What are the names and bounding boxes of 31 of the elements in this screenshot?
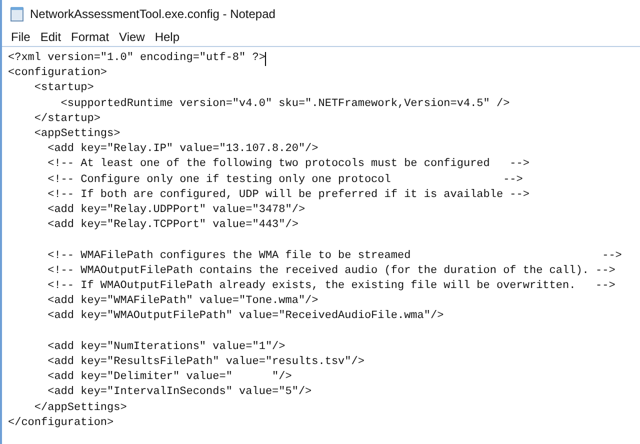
menu-item[interactable]: View [114,30,150,44]
menu-item[interactable]: Format [66,30,114,44]
window-title: NetworkAssessmentTool.exe.config - Notepad [30,7,276,21]
code-line: <!-- At least one of the following two protocols must be configured --> [46,157,530,172]
code-line: <!-- WMAFilePath configures the WMA file to be streamed --> [46,248,622,264]
code-line: <add key="Relay.IP" value="13.107.8.20"/> [46,142,318,158]
code-line: <add key="Relay.TCPPort" value="443"/> [46,218,298,234]
code-line: <add key="NumIterations" value="1"/> [46,340,286,355]
code-line: <?xml version="1.0" encoding="utf-8" ?> [8,51,266,66]
code-line: <add key="WMAOutputFilePath" value="ReceivedAudioFile.wma"/> [46,309,444,324]
code-line: <add key="IntervalInSeconds" value="5"/> [46,385,312,400]
text-cursor [265,52,266,66]
code-line: <supportedRuntime version="v4.0" sku=".NETFramework,Version=v4.5" /> [60,96,510,112]
code-line: <add key="Relay.UDPPort" value="3478"/> [46,203,306,218]
code-line: <!-- Configure only one if testing only one protocol --> [46,172,523,188]
menu-item[interactable]: Help [150,30,185,44]
notepad-icon [10,6,24,22]
menu-item[interactable]: Edit [35,30,66,44]
code-line: </configuration> [8,416,114,431]
code-line: </appSettings> [33,400,127,416]
code-line: <add key="Delimiter" value=" "/> [46,370,292,386]
code-line: <add key="ResultsFilePath" value="results.tsv"/> [46,355,364,370]
code-line: <startup> [33,81,94,96]
code-line: </startup> [33,112,100,127]
code-line: <!-- WMAOutputFilePath contains the received audio (for the duration of the call). --> [46,264,616,279]
code-line: <appSettings> [33,127,120,142]
menu-item[interactable]: File [6,30,36,44]
code-line: <!-- If WMAOutputFilePath already exists, the existing file will be overwritten. --> [46,279,616,294]
code-line: <!-- If both are configured, UDP will be preferred if it is available --> [46,188,530,203]
code-line: <configuration> [8,66,108,82]
code-line: <add key="WMAFilePath" value="Tone.wma"/> [46,294,318,310]
